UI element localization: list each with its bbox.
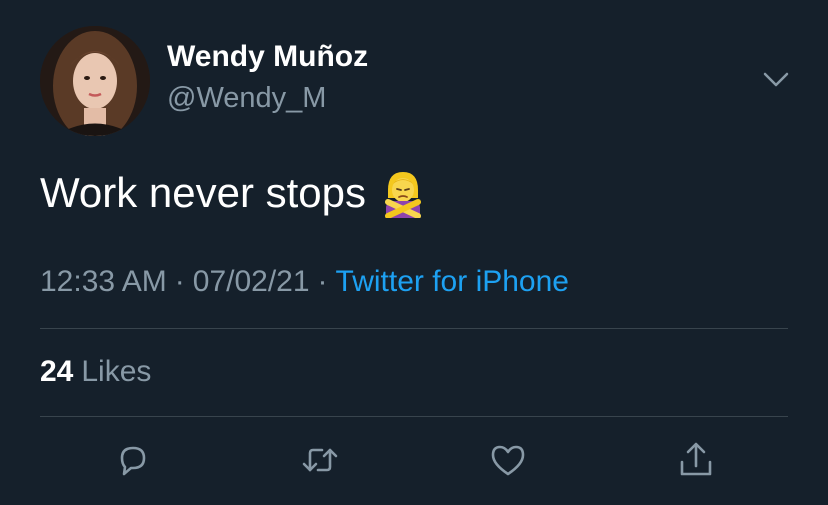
- likes-count: 24: [40, 355, 74, 388]
- meta-separator: ·: [174, 265, 185, 298]
- tweet-date[interactable]: 07/02/21: [193, 265, 310, 298]
- reply-icon: [120, 446, 146, 476]
- retweet-icon: [302, 448, 338, 472]
- tweet-source-link[interactable]: Twitter for iPhone: [336, 265, 569, 298]
- tweet-meta: 12:33 AM · 07/02/21 · Twitter for iPhone: [40, 265, 569, 299]
- tweet-text-content: Work never stops: [40, 169, 367, 216]
- share-button[interactable]: [676, 440, 716, 480]
- heart-icon: [491, 445, 525, 476]
- share-icon: [680, 442, 712, 476]
- like-button[interactable]: [488, 440, 528, 480]
- divider: [40, 328, 788, 329]
- user-handle[interactable]: @Wendy_M: [167, 82, 326, 115]
- reply-button[interactable]: [113, 440, 153, 480]
- tweet-card: Wendy Muñoz @Wendy_M Work never stops 12…: [0, 0, 828, 505]
- profile-photo-icon: [40, 26, 150, 136]
- divider: [40, 416, 788, 417]
- avatar[interactable]: [40, 26, 150, 136]
- likes-label: Likes: [81, 355, 152, 388]
- display-name[interactable]: Wendy Muñoz: [167, 40, 368, 74]
- tweet-time[interactable]: 12:33 AM: [40, 265, 167, 298]
- retweet-button[interactable]: [300, 440, 340, 480]
- meta-separator: ·: [317, 265, 328, 298]
- likes-stat[interactable]: 24 Likes: [40, 355, 151, 389]
- person-gesturing-no-emoji-icon: [378, 168, 428, 219]
- tweet-text: Work never stops: [40, 168, 428, 219]
- chevron-down-icon[interactable]: [760, 66, 792, 92]
